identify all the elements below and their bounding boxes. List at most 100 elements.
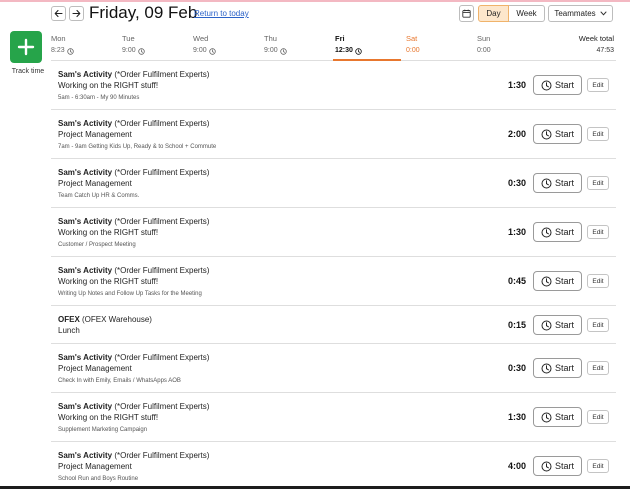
time-entry-row[interactable]: OFEX (OFEX Warehouse) Lunch 0:15 Start Edit [51, 306, 616, 344]
start-timer-button[interactable]: Start [533, 75, 582, 95]
entry-project: Sam's Activity [58, 70, 113, 79]
edit-entry-button[interactable]: Edit [587, 361, 609, 375]
entry-client: (*Order Fulfilment Experts) [114, 70, 210, 79]
time-entry-row[interactable]: Sam's Activity (*Order Fulfilment Expert… [51, 61, 616, 110]
day-name: Tue [122, 34, 135, 43]
teammates-dropdown[interactable]: Teammates [548, 5, 613, 22]
entry-task: Project Management [58, 130, 132, 139]
day-total-value: 9:00 [193, 47, 207, 54]
entry-note: Supplement Marketing Campaign [58, 427, 148, 433]
day-total: 0:00 [406, 46, 466, 56]
clock-icon [541, 227, 552, 237]
entry-duration: 4:00 [507, 461, 526, 471]
day-tab-fri[interactable]: Fri 12:30 [335, 34, 395, 61]
time-entry-row[interactable]: Sam's Activity (*Order Fulfilment Expert… [51, 208, 616, 257]
edit-entry-button[interactable]: Edit [587, 459, 609, 473]
day-name: Sat [406, 34, 418, 43]
clock-icon [355, 47, 362, 55]
week-view-button[interactable]: Week [509, 5, 545, 22]
day-name: Mon [51, 34, 66, 43]
start-timer-button[interactable]: Start [533, 271, 582, 291]
teammates-label: Teammates [554, 9, 596, 18]
day-total-value: 0:00 [477, 47, 491, 54]
entry-task: Project Management [58, 462, 132, 471]
entry-note: 7am - 9am Getting Kids Up, Ready & to Sc… [58, 144, 217, 150]
day-name: Fri [335, 34, 345, 43]
clock-icon [541, 320, 552, 330]
start-label: Start [554, 461, 574, 471]
day-tab-mon[interactable]: Mon 8:23 [51, 34, 111, 61]
entry-duration: 0:15 [507, 320, 526, 330]
entry-details: Sam's Activity (*Order Fulfilment Expert… [58, 401, 478, 435]
day-tab-thu[interactable]: Thu 9:00 [264, 34, 324, 61]
day-tab-sun[interactable]: Sun 0:00 [477, 34, 537, 61]
view-toggle: Day Week [478, 5, 545, 22]
entry-task: Project Management [58, 364, 132, 373]
day-name: Thu [264, 34, 277, 43]
week-total-label: Week total [578, 34, 614, 43]
time-entry-row[interactable]: Sam's Activity (*Order Fulfilment Expert… [51, 344, 616, 393]
day-tab-wed[interactable]: Wed 9:00 [193, 34, 253, 61]
week-total-value: 47:53 [596, 47, 614, 54]
day-total: 9:00 [122, 46, 182, 56]
chevron-down-icon [600, 11, 607, 16]
start-timer-button[interactable]: Start [533, 124, 582, 144]
edit-entry-button[interactable]: Edit [587, 225, 609, 239]
entry-task: Working on the RIGHT stuff! [58, 413, 159, 422]
clock-icon [541, 129, 552, 139]
start-timer-button[interactable]: Start [533, 358, 582, 378]
day-total-value: 9:00 [264, 47, 278, 54]
time-entry-row[interactable]: Sam's Activity (*Order Fulfilment Expert… [51, 393, 616, 442]
clock-icon [279, 47, 287, 55]
edit-entry-button[interactable]: Edit [587, 176, 609, 190]
time-entry-row[interactable]: Sam's Activity (*Order Fulfilment Expert… [51, 159, 616, 208]
entry-project-line: Sam's Activity (*Order Fulfilment Expert… [58, 118, 478, 129]
day-total: 9:00 [193, 46, 253, 56]
start-timer-button[interactable]: Start [533, 315, 582, 335]
entry-client: (*Order Fulfilment Experts) [114, 217, 210, 226]
day-view-button[interactable]: Day [478, 5, 509, 22]
entry-details: Sam's Activity (*Order Fulfilment Expert… [58, 450, 478, 484]
day-total: 9:00 [264, 46, 324, 56]
entry-task: Working on the RIGHT stuff! [58, 81, 159, 90]
time-entry-row[interactable]: Sam's Activity (*Order Fulfilment Expert… [51, 257, 616, 306]
day-total-value: 9:00 [122, 47, 136, 54]
previous-day-button[interactable] [51, 6, 66, 21]
start-timer-button[interactable]: Start [533, 456, 582, 476]
edit-entry-button[interactable]: Edit [587, 410, 609, 424]
day-total: 0:00 [477, 46, 537, 56]
week-total: Week total 47:53 [579, 34, 614, 56]
entry-client: (*Order Fulfilment Experts) [114, 451, 210, 460]
clock-icon [541, 178, 552, 188]
entry-details: Sam's Activity (*Order Fulfilment Expert… [58, 118, 478, 152]
edit-entry-button[interactable]: Edit [587, 274, 609, 288]
start-timer-button[interactable]: Start [533, 173, 582, 193]
entry-note: Writing Up Notes and Follow Up Tasks for… [58, 291, 202, 297]
entry-project-line: Sam's Activity (*Order Fulfilment Expert… [58, 167, 478, 178]
start-label: Start [554, 227, 574, 237]
start-timer-button[interactable]: Start [533, 407, 582, 427]
entry-project-line: Sam's Activity (*Order Fulfilment Expert… [58, 69, 478, 80]
entry-details: Sam's Activity (*Order Fulfilment Expert… [58, 352, 478, 386]
track-time-button[interactable] [10, 31, 42, 63]
time-entry-row[interactable]: Sam's Activity (*Order Fulfilment Expert… [51, 442, 616, 489]
next-day-button[interactable] [69, 6, 84, 21]
entry-project: Sam's Activity [58, 353, 113, 362]
time-entry-row[interactable]: Sam's Activity (*Order Fulfilment Expert… [51, 110, 616, 159]
day-tab-tue[interactable]: Tue 9:00 [122, 34, 182, 61]
edit-entry-button[interactable]: Edit [587, 78, 609, 92]
clock-icon [208, 47, 216, 55]
top-accent-rule [0, 0, 630, 2]
day-total-value: 12:30 [335, 47, 353, 54]
calendar-button[interactable] [459, 5, 474, 22]
return-to-today-link[interactable]: Return to today [194, 9, 249, 18]
entry-note: Customer / Prospect Meeting [58, 242, 136, 248]
clock-icon [66, 47, 74, 55]
edit-entry-button[interactable]: Edit [587, 127, 609, 141]
entry-task: Working on the RIGHT stuff! [58, 228, 159, 237]
start-timer-button[interactable]: Start [533, 222, 582, 242]
entry-duration: 2:00 [507, 129, 526, 139]
edit-entry-button[interactable]: Edit [587, 318, 609, 332]
page-title: Friday, 09 Feb [89, 3, 198, 22]
day-tab-sat[interactable]: Sat 0:00 [406, 34, 466, 61]
